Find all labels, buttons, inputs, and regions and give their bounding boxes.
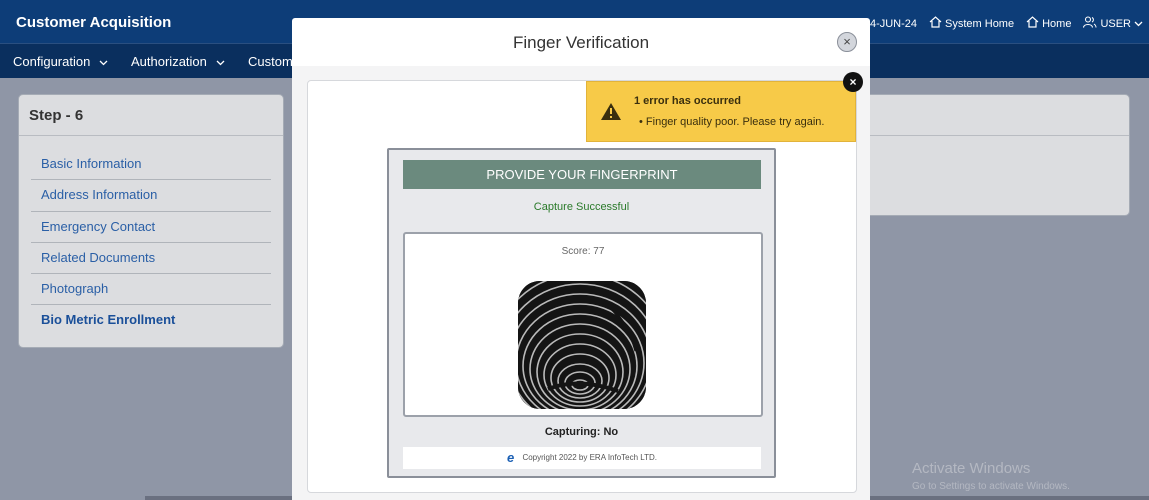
home-link[interactable]: Home [1026,16,1071,31]
nav-customer[interactable]: Custom [248,54,293,69]
step-item-bio-metric-enrollment[interactable]: Bio Metric Enrollment [31,305,271,336]
right-panel [862,94,1130,216]
error-close-button[interactable]: × [843,72,863,92]
date-text: 24-JUN-24 [863,17,918,30]
nav-authorization-label: Authorization [131,54,207,69]
system-home-link[interactable]: System Home [929,16,1014,31]
home-label: Home [1042,17,1072,30]
error-toast: 1 error has occurred • Finger quality po… [586,81,856,142]
nav-configuration[interactable]: Configuration [13,54,108,69]
step-panel: Step - 6 Basic Information Address Infor… [18,94,284,348]
step-item-emergency-contact[interactable]: Emergency Contact [31,212,271,243]
chevron-down-icon [211,54,225,69]
user-icon [1083,16,1097,31]
user-label: USER [1100,17,1131,30]
home-icon [929,16,942,31]
capturing-status: Capturing: No [544,426,619,438]
nav-customer-label: Custom [248,54,293,69]
user-menu[interactable]: USER [1083,16,1143,31]
modal-title: Finger Verification [512,33,650,52]
era-logo-icon: e [506,450,515,465]
chevron-down-icon [94,54,108,69]
nav-authorization[interactable]: Authorization [131,54,225,69]
modal-close-button[interactable]: × [837,32,857,52]
step-item-photograph[interactable]: Photograph [31,274,271,306]
app-title: Customer Acquisition [16,14,172,31]
header-actions: 24-JUN-24 System Home Home USER [850,16,1143,31]
activate-windows-subtext: Go to Settings to activate Windows. [912,481,1070,492]
nav-configuration-label: Configuration [13,54,91,69]
divider [863,135,1129,136]
fingerprint-card: Score: 77 [403,232,763,417]
copyright-text: Copyright 2022 by ERA InfoTech LTD. [522,453,658,463]
home-icon [1026,16,1039,31]
fingerprint-panel: PROVIDE YOUR FINGERPRINT Capture Success… [387,148,776,478]
activate-windows-watermark: Activate Windows [912,460,1031,477]
divider [19,135,283,136]
modal-header: Finger Verification × [292,18,870,66]
error-message: • Finger quality poor. Please try again. [639,116,825,128]
step-title: Step - 6 [29,107,84,124]
fingerprint-header: PROVIDE YOUR FINGERPRINT [403,160,761,189]
step-item-basic-information[interactable]: Basic Information [31,149,271,181]
chevron-down-icon [1134,18,1143,30]
fingerprint-score: Score: 77 [561,246,605,257]
step-list: Basic Information Address Information Em… [31,149,271,337]
system-home-label: System Home [945,17,1015,30]
error-title: 1 error has occurred [634,95,741,107]
fingerprint-image [518,281,646,409]
copyright-footer: e Copyright 2022 by ERA InfoTech LTD. [403,447,761,469]
warning-icon [600,102,622,126]
capture-status: Capture Successful [533,201,630,213]
step-item-related-documents[interactable]: Related Documents [31,243,271,275]
step-item-address-information[interactable]: Address Information [31,180,271,212]
